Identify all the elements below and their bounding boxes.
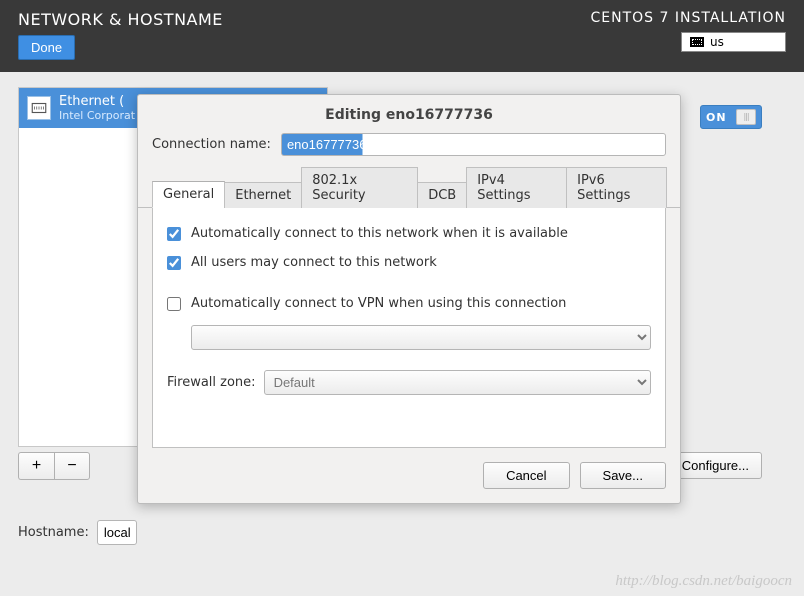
nic-text: Ethernet ( Intel Corporat [59,94,135,122]
tab-8021x[interactable]: 802.1x Security [301,167,418,208]
tab-ipv4[interactable]: IPv4 Settings [466,167,567,208]
auto-vpn-row: Automatically connect to VPN when using … [167,296,651,311]
ethernet-icon [27,96,51,120]
auto-vpn-label: Automatically connect to VPN when using … [191,296,566,311]
firewall-zone-row: Firewall zone: Default [167,370,651,395]
firewall-zone-label: Firewall zone: [167,375,256,390]
tab-general-content: Automatically connect to this network wh… [152,208,666,448]
dialog-tabs: General Ethernet 802.1x Security DCB IPv… [138,166,680,208]
page-title: NETWORK & HOSTNAME [18,10,223,29]
connection-name-input[interactable] [281,133,666,156]
dialog-buttons: Cancel Save... [138,448,680,489]
watermark: http://blog.csdn.net/baigoocn [615,573,792,590]
tab-ethernet[interactable]: Ethernet [224,182,302,208]
keyboard-layout-indicator[interactable]: us [681,32,786,52]
add-interface-button[interactable]: + [18,452,54,480]
switch-handle [736,109,756,125]
auto-connect-checkbox[interactable] [167,227,181,241]
switch-label: ON [706,111,727,124]
keyboard-icon [690,37,704,47]
tab-dcb[interactable]: DCB [417,182,467,208]
firewall-zone-select[interactable]: Default [264,370,651,395]
auto-connect-label: Automatically connect to this network wh… [191,226,568,241]
auto-vpn-checkbox[interactable] [167,297,181,311]
header: NETWORK & HOSTNAME Done CENTOS 7 INSTALL… [0,0,804,72]
dialog-title: Editing eno16777736 [138,95,680,133]
vpn-select[interactable] [191,325,651,350]
connection-name-label: Connection name: [152,137,271,152]
save-button[interactable]: Save... [580,462,666,489]
configure-button[interactable]: Configure... [669,452,762,479]
hostname-input[interactable] [97,520,137,545]
all-users-checkbox[interactable] [167,256,181,270]
all-users-row: All users may connect to this network [167,255,651,270]
list-buttons: + − [18,452,90,480]
vpn-select-row [191,325,651,350]
interface-on-switch[interactable]: ON [700,105,762,129]
connection-name-row: Connection name: [138,133,680,166]
nic-name: Ethernet ( [59,94,135,109]
hostname-row: Hostname: [18,520,137,545]
hostname-label: Hostname: [18,525,89,540]
install-title: CENTOS 7 INSTALLATION [591,10,786,26]
remove-interface-button[interactable]: − [54,452,90,480]
tab-ipv6[interactable]: IPv6 Settings [566,167,667,208]
auto-connect-row: Automatically connect to this network wh… [167,226,651,241]
done-button[interactable]: Done [18,35,75,60]
nic-vendor: Intel Corporat [59,109,135,122]
cancel-button[interactable]: Cancel [483,462,569,489]
all-users-label: All users may connect to this network [191,255,437,270]
header-right: CENTOS 7 INSTALLATION us [591,10,786,62]
header-left: NETWORK & HOSTNAME Done [18,10,223,62]
keyboard-layout-value: us [710,35,724,49]
edit-connection-dialog: Editing eno16777736 Connection name: Gen… [137,94,681,504]
tab-general[interactable]: General [152,181,225,208]
